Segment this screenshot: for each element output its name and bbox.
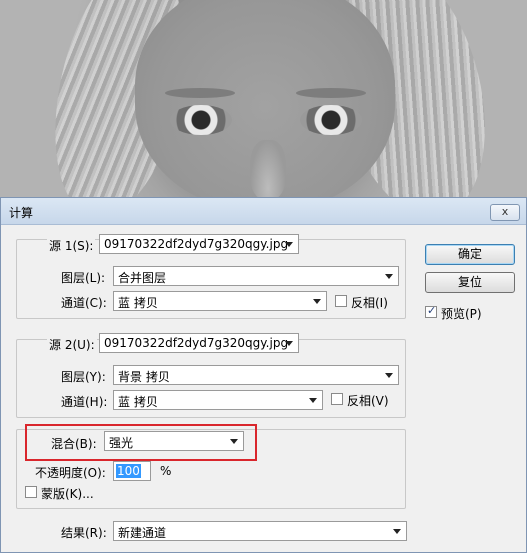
chevron-down-icon (285, 341, 293, 346)
chevron-down-icon (393, 529, 401, 534)
eye-right (300, 105, 362, 135)
source2-channel-label: 通道(H): (61, 395, 108, 409)
dialog-titlebar: 计算 x (1, 198, 526, 225)
chevron-down-icon (285, 242, 293, 247)
close-button[interactable]: x (490, 204, 520, 221)
source2-layer-select[interactable]: 背景 拷贝 (113, 365, 399, 385)
blend-mode-select[interactable]: 强光 (104, 431, 244, 451)
calculations-dialog: 计算 x 源 1(S): 09170322df2dyd7g320qgy.jpg … (0, 197, 527, 553)
source1-layer-select[interactable]: 合并图层 (113, 266, 399, 286)
ok-button[interactable]: 确定 (425, 244, 515, 265)
preview-label: 预览(P) (441, 307, 482, 321)
source1-channel-select[interactable]: 蓝 拷贝 (113, 291, 327, 311)
opacity-unit: % (160, 464, 172, 478)
chevron-down-icon (385, 274, 393, 279)
opacity-value: 100 (116, 464, 141, 478)
opacity-label: 不透明度(O): (35, 466, 106, 480)
opacity-input[interactable]: 100 (113, 461, 151, 481)
source2-label: 源 2(U): (47, 336, 97, 353)
source1-channel-value: 蓝 拷贝 (118, 296, 158, 310)
source2-file-select[interactable]: 09170322df2dyd7g320qgy.jpg (99, 333, 299, 353)
background-photo (0, 0, 527, 200)
reset-button[interactable]: 复位 (425, 272, 515, 293)
source1-invert-checkbox[interactable] (335, 295, 347, 307)
source1-label: 源 1(S): (47, 237, 96, 254)
dialog-title: 计算 (9, 206, 34, 220)
chevron-down-icon (230, 439, 238, 444)
source1-file-select[interactable]: 09170322df2dyd7g320qgy.jpg (99, 234, 299, 254)
close-icon: x (501, 205, 509, 218)
source2-layer-value: 背景 拷贝 (118, 370, 170, 384)
nose (250, 140, 286, 200)
preview-checkbox[interactable] (425, 304, 437, 318)
result-label: 结果(R): (61, 526, 107, 540)
source2-invert-checkbox[interactable] (331, 393, 343, 405)
source2-invert-label: 反相(V) (347, 394, 389, 408)
brow-left (165, 88, 235, 98)
brow-right (296, 88, 366, 98)
ok-button-label: 确定 (457, 247, 482, 261)
source1-layer-value: 合并图层 (118, 271, 167, 285)
source1-invert-label: 反相(I) (351, 296, 388, 310)
chevron-down-icon (313, 299, 321, 304)
source1-file-value: 09170322df2dyd7g320qgy.jpg (104, 237, 289, 251)
result-value: 新建通道 (118, 526, 167, 540)
mask-label: 蒙版(K)... (41, 487, 94, 501)
result-select[interactable]: 新建通道 (113, 521, 407, 541)
blend-mode-value: 强光 (109, 436, 134, 450)
mask-checkbox[interactable] (25, 486, 37, 498)
chevron-down-icon (385, 373, 393, 378)
source2-file-value: 09170322df2dyd7g320qgy.jpg (104, 336, 289, 350)
eye-left (170, 105, 232, 135)
source2-channel-value: 蓝 拷贝 (118, 395, 158, 409)
source2-channel-select[interactable]: 蓝 拷贝 (113, 390, 323, 410)
chevron-down-icon (309, 398, 317, 403)
blend-label: 混合(B): (51, 437, 97, 451)
source1-layer-label: 图层(L): (61, 271, 106, 285)
reset-button-label: 复位 (457, 275, 482, 289)
source2-layer-label: 图层(Y): (61, 370, 106, 384)
source1-channel-label: 通道(C): (61, 296, 107, 310)
